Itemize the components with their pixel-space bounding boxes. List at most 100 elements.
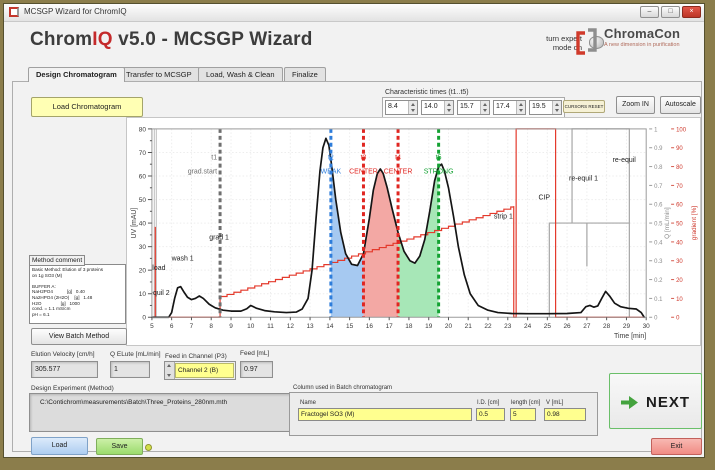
tab-transfer-to-mcsgp[interactable]: Transfer to MCSGP	[118, 67, 200, 81]
cursor-label: CENTER	[384, 169, 413, 176]
cursor-label: t3	[361, 155, 367, 162]
x-tick-label: 13	[306, 323, 314, 330]
x-tick-label: 8	[209, 323, 213, 330]
x-tick-label: 28	[603, 323, 611, 330]
x-tick-label: 24	[524, 323, 532, 330]
x-tick-label: 25	[544, 323, 552, 330]
brand-iq: IQ	[92, 29, 112, 50]
gradient-tick-label: 0	[676, 316, 680, 322]
feed-volume-label: Feed [mL]	[240, 350, 269, 357]
zoom-in-button[interactable]: Zoom IN	[616, 96, 655, 114]
x-tick-label: 18	[405, 323, 413, 330]
cursor-label: grad.start	[188, 169, 217, 176]
time-t2-spinbox[interactable]: 14.0	[421, 100, 454, 115]
x-tick-label: 20	[445, 323, 453, 330]
load-chromatogram-button[interactable]: Load Chromatogram	[31, 97, 143, 117]
next-button[interactable]: NEXT	[609, 373, 702, 429]
x-tick-label: 23	[504, 323, 512, 330]
tab-load-wash-clean[interactable]: Load, Wash & Clean	[198, 67, 283, 81]
gradient-tick-label: 10	[676, 297, 683, 303]
q-tick-label: 0.5	[654, 222, 663, 228]
gradient-tick-label: 90	[676, 146, 683, 152]
x-tick-label: 21	[465, 323, 473, 330]
column-name-cell[interactable]: Fractogel SO3 (M)	[298, 408, 472, 421]
brand-chrom: Chrom	[30, 29, 92, 50]
uv-axis-title: UV [mAU]	[131, 208, 138, 239]
time-t1-spinbox[interactable]: 8.4	[385, 100, 418, 115]
maximize-button[interactable]: □	[661, 6, 680, 18]
status-led	[145, 444, 152, 451]
q-tick-label: 0.9	[654, 146, 663, 152]
x-tick-label: 12	[287, 323, 295, 330]
chromacon-logo: ChromaCon A new dimension in purificatio…	[604, 26, 698, 48]
design-experiment-label: Design Experiment (Method)	[31, 385, 114, 392]
gradient-tick-label: 60	[676, 203, 683, 209]
x-tick-label: 26	[563, 323, 571, 330]
gradient-tick-label: 70	[676, 184, 683, 190]
q-tick-label: 0	[654, 316, 658, 322]
x-tick-label: 7	[190, 323, 194, 330]
gradient-tick-label: 20	[676, 278, 683, 284]
uv-tick-label: 0	[142, 315, 146, 322]
spinner-icon[interactable]	[516, 101, 525, 114]
chromatogram-chart-panel: t1grad.startt2WEAKt3CENTERt4CENTERt5STRO…	[126, 117, 701, 346]
app-window: MCSGP Wizard for ChromIQ – □ × ChromIQ v…	[3, 3, 705, 458]
spinner-icon[interactable]	[408, 101, 417, 114]
time-t3-spinbox[interactable]: 15.7	[457, 100, 490, 115]
x-tick-label: 6	[170, 323, 174, 330]
column-table-label: Column used in Batch chromatogram	[291, 385, 394, 391]
method-comment-text: Basic Method: Elution of 3 proteins on 1…	[29, 264, 126, 324]
q-tick-label: 0.7	[654, 184, 663, 190]
view-batch-method-button[interactable]: View Batch Method	[31, 328, 127, 345]
phase-label: re-equil	[613, 157, 637, 164]
minimize-button[interactable]: –	[640, 6, 659, 18]
q-tick-label: 0.4	[654, 240, 663, 246]
column-volume-cell[interactable]: 0.98	[544, 408, 586, 421]
title-bar: MCSGP Wizard for ChromIQ – □ ×	[4, 4, 704, 22]
gradient-tick-label: 50	[676, 222, 683, 228]
method-comment-label: Method comment	[29, 255, 85, 266]
logo-tagline: A new dimension in purification	[604, 42, 698, 48]
x-axis-title: Time [min]	[614, 333, 646, 340]
app-icon	[9, 7, 19, 17]
exit-button[interactable]: Exit	[651, 438, 702, 455]
feed-channel-select[interactable]: Channel 2 (B)	[164, 361, 236, 380]
load-button[interactable]: Load	[31, 437, 88, 455]
q-tick-label: 0.3	[654, 259, 663, 265]
spinner-icon[interactable]	[165, 362, 175, 379]
window-title: MCSGP Wizard for ChromIQ	[24, 7, 127, 16]
cursors-reset-button[interactable]: CURSORS RESET	[563, 100, 605, 113]
gradient-tick-label: 30	[676, 259, 683, 265]
cursor-label: t1	[211, 155, 217, 162]
phase-label: CIP	[538, 195, 550, 202]
logo-name: ChromaCon	[604, 26, 698, 41]
autoscale-button[interactable]: Autoscale	[660, 96, 701, 114]
cursor-label: t2	[328, 155, 334, 162]
next-arrow-icon	[621, 396, 638, 409]
time-t5-spinbox[interactable]: 19.5	[529, 100, 562, 115]
chromacon-bracket-icon	[574, 28, 600, 58]
column-id-cell[interactable]: 0.5	[476, 408, 505, 421]
x-tick-label: 5	[150, 323, 154, 330]
x-tick-label: 15	[346, 323, 354, 330]
uv-tick-label: 40	[139, 221, 147, 228]
time-t4-spinbox[interactable]: 17.4	[493, 100, 526, 115]
gradient-tick-label: 100	[676, 127, 687, 133]
spinner-icon[interactable]	[552, 101, 561, 114]
q-tick-label: 0.2	[654, 278, 663, 284]
column-header-id: I.D. [cm]	[477, 400, 499, 406]
feed-volume-field: 0.97	[240, 361, 273, 378]
spinner-icon[interactable]	[480, 101, 489, 114]
tab-design-chromatogram[interactable]: Design Chromatogram	[28, 67, 125, 82]
save-button[interactable]: Save	[96, 438, 143, 455]
feed-channel-label: Feed in Channel (P3)	[165, 353, 227, 360]
spinner-icon[interactable]	[444, 101, 453, 114]
phase-label: load	[152, 265, 165, 272]
column-length-cell[interactable]: 5	[510, 408, 536, 421]
x-tick-label: 27	[583, 323, 591, 330]
column-header-length: length [cm]	[511, 400, 540, 406]
tab-finalize[interactable]: Finalize	[284, 67, 326, 81]
q-tick-label: 0.8	[654, 165, 663, 171]
close-button[interactable]: ×	[682, 6, 701, 18]
chromatogram-chart: t1grad.startt2WEAKt3CENTERt4CENTERt5STRO…	[127, 118, 700, 345]
